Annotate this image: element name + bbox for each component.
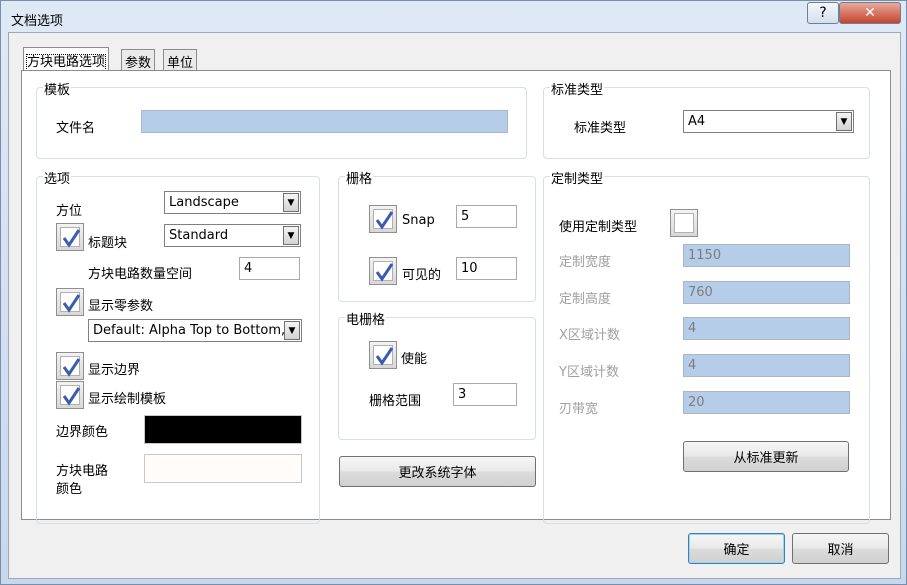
chevron-down-icon: ▼ — [284, 321, 300, 340]
filename-label: 文件名 — [56, 121, 96, 136]
snap-label: Snap — [402, 213, 435, 228]
snap-checkbox[interactable] — [369, 205, 397, 233]
title-block-select[interactable]: Standard ▼ — [164, 224, 301, 247]
margin-width-label: 刃带宽 — [559, 402, 599, 417]
standard-type-group-title: 标准类型 — [550, 79, 605, 98]
show-border-checkbox[interactable] — [56, 352, 84, 380]
electrical-grid-enable-checkbox[interactable] — [369, 341, 397, 369]
sheet-color-label-line1: 方块电路 — [56, 464, 109, 479]
show-template-graphics-label: 显示绘制模板 — [88, 392, 167, 407]
custom-width-label: 定制宽度 — [559, 255, 612, 270]
visible-grid-label: 可见的 — [402, 268, 442, 283]
snap-input[interactable]: 5 — [456, 205, 517, 228]
checkmark-icon — [375, 211, 394, 230]
margin-width-input[interactable]: 20 — [683, 391, 850, 414]
checkbox-box — [674, 213, 694, 233]
show-border-label: 显示边界 — [88, 363, 141, 378]
window-title: 文档选项 — [11, 14, 64, 29]
orientation-label: 方位 — [56, 204, 83, 219]
custom-height-input[interactable]: 760 — [683, 281, 850, 304]
default-mode-select[interactable]: Default: Alpha Top to Bottom, ▼ — [88, 319, 302, 342]
tab-parameters[interactable]: 参数 — [121, 49, 156, 71]
tab-label: 方块电路选项 — [25, 54, 107, 71]
electrical-grid-enable-label: 使能 — [401, 352, 428, 367]
standard-type-group: 标准类型 标准类型 A4 ▼ — [543, 79, 870, 159]
y-region-count-label: Y区域计数 — [559, 365, 619, 380]
show-zero-params-label: 显示零参数 — [88, 299, 154, 314]
visible-grid-checkbox[interactable] — [369, 257, 397, 285]
chevron-down-icon: ▼ — [283, 193, 299, 212]
border-color-label: 边界颜色 — [56, 425, 109, 440]
chevron-down-icon: ▼ — [283, 226, 299, 245]
show-zero-params-checkbox[interactable] — [56, 288, 84, 316]
options-group-title: 选项 — [43, 168, 72, 187]
custom-height-label: 定制高度 — [559, 292, 612, 307]
visible-grid-input[interactable]: 10 — [456, 257, 517, 280]
use-custom-type-label: 使用定制类型 — [559, 220, 638, 235]
checkmark-icon — [375, 263, 394, 282]
sheet-number-spaces-label: 方块电路数量空间 — [88, 267, 193, 282]
cancel-button[interactable]: 取消 — [792, 533, 889, 564]
document-options-dialog: 文档选项 ? ✕ 方块电路选项 参数 单位 模板 文件名 标准类型 标准类型 A… — [0, 0, 907, 585]
change-system-font-button[interactable]: 更改系统字体 — [339, 456, 536, 487]
template-group: 模板 文件名 — [36, 79, 527, 159]
help-button[interactable]: ? — [807, 2, 839, 24]
standard-type-select[interactable]: A4 ▼ — [683, 110, 854, 133]
grid-range-label: 栅格范围 — [369, 394, 422, 409]
standard-type-label: 标准类型 — [574, 121, 627, 136]
custom-type-group: 定制类型 使用定制类型 定制宽度 1150 定制高度 760 X区域计数 4 Y… — [543, 168, 870, 524]
orientation-value: Landscape — [169, 195, 239, 210]
checkmark-icon — [62, 229, 81, 248]
tab-panel: 模板 文件名 标准类型 标准类型 A4 ▼ 选项 方位 Landscape ▼ — [21, 70, 891, 524]
title-block-label: 标题块 — [88, 236, 128, 251]
dialog-body: 方块电路选项 参数 单位 模板 文件名 标准类型 标准类型 A4 ▼ 选项 方位… — [8, 32, 901, 579]
x-region-count-label: X区域计数 — [559, 328, 620, 343]
show-template-graphics-checkbox[interactable] — [56, 381, 84, 409]
electrical-grid-group: 电栅格 使能 栅格范围 3 — [338, 309, 536, 440]
title-block-value: Standard — [169, 228, 229, 243]
checkmark-icon — [62, 294, 81, 313]
filename-input[interactable] — [141, 110, 508, 133]
sheet-color-label-line2: 颜色 — [56, 482, 83, 497]
close-button[interactable]: ✕ — [839, 2, 901, 24]
x-region-count-input[interactable]: 4 — [683, 317, 850, 340]
title-block-checkbox[interactable] — [56, 223, 84, 251]
sheet-color-swatch[interactable] — [144, 454, 302, 483]
grid-range-input[interactable]: 3 — [453, 383, 517, 406]
y-region-count-input[interactable]: 4 — [683, 354, 850, 377]
options-group: 选项 方位 Landscape ▼ 标题块 Standard ▼ 方块电路数量空… — [36, 168, 320, 524]
template-group-title: 模板 — [43, 79, 72, 98]
tab-units[interactable]: 单位 — [163, 49, 198, 71]
checkmark-icon — [62, 358, 81, 377]
custom-width-input[interactable]: 1150 — [683, 244, 850, 267]
use-custom-type-checkbox[interactable] — [670, 209, 698, 237]
tab-sheet-options[interactable]: 方块电路选项 — [23, 47, 110, 71]
update-from-standard-button[interactable]: 从标准更新 — [683, 441, 849, 472]
ok-button[interactable]: 确定 — [688, 533, 785, 564]
checkmark-icon — [375, 347, 394, 366]
chevron-down-icon: ▼ — [836, 112, 852, 131]
sheet-number-spaces-input[interactable]: 4 — [239, 257, 300, 280]
checkmark-icon — [62, 387, 81, 406]
border-color-swatch[interactable] — [144, 415, 302, 444]
electrical-grid-group-title: 电栅格 — [345, 309, 387, 328]
orientation-select[interactable]: Landscape ▼ — [164, 191, 301, 214]
title-bar[interactable]: 文档选项 ? ✕ — [1, 1, 906, 33]
custom-type-group-title: 定制类型 — [550, 168, 605, 187]
default-mode-value: Default: Alpha Top to Bottom, — [93, 323, 286, 338]
grids-group-title: 栅格 — [345, 168, 374, 187]
standard-type-value: A4 — [688, 114, 706, 129]
grids-group: 栅格 Snap 5 可见的 10 — [338, 168, 536, 302]
